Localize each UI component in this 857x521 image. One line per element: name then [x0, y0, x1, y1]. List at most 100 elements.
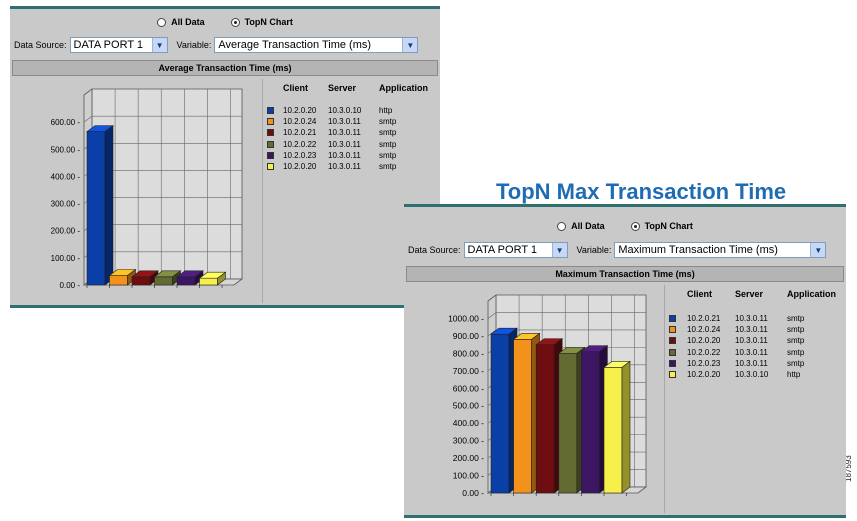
y-tick-label: 300.00 - — [453, 436, 484, 446]
bar-front — [131, 276, 151, 286]
data-source-label: Data Source: — [408, 245, 461, 255]
chart-title: Average Transaction Time (ms) — [12, 60, 438, 76]
legend-row: 10.2.0.21 10.3.0.11 smtp — [267, 127, 396, 138]
variable-value: Average Transaction Time (ms) — [218, 39, 372, 51]
chevron-down-icon[interactable]: ▼ — [402, 38, 418, 52]
average-time-bar-chart: 0.00 - 100.00 - 200.00 - 300.00 - 400.00 - 50… — [12, 79, 260, 303]
legend-server: 10.3.0.10 — [328, 106, 362, 115]
legend-header-application: Application — [379, 83, 428, 93]
legend-application: http — [379, 106, 393, 115]
y-tick-label: 300.00 - — [51, 200, 81, 209]
legend-server: 10.3.0.11 — [328, 150, 361, 160]
legend-swatch — [669, 315, 676, 322]
legend-application: smtp — [787, 347, 805, 357]
chevron-down-icon[interactable]: ▼ — [551, 243, 567, 257]
y-tick-label: 400.00 - — [453, 418, 484, 428]
bar-front — [558, 353, 578, 494]
chart-legend: Client Server Application 10.2.0.21 10.3.… — [664, 285, 843, 513]
legend-header-server: Server — [328, 83, 357, 93]
legend-swatch — [267, 140, 274, 148]
legend-row: 10.2.0.23 10.3.0.11 smtp — [267, 150, 396, 161]
radio-topn-chart-label: TopN Chart — [644, 221, 693, 231]
legend-server: 10.3.0.11 — [735, 358, 768, 368]
variable-select[interactable]: Average Transaction Time (ms) ▼ — [214, 37, 419, 53]
bar-front — [603, 367, 623, 494]
variable-value: Maximum Transaction Time (ms) — [618, 244, 778, 256]
legend-client: 10.2.0.24 — [687, 325, 721, 335]
legend-client: 10.2.0.20 — [687, 370, 721, 379]
view-mode-radio-group: All Data TopN Chart — [404, 216, 846, 236]
radio-topn-chart-circle[interactable] — [630, 221, 640, 231]
radio-all-data[interactable]: All Data — [557, 221, 605, 231]
y-tick-label: 0.00 - — [60, 281, 81, 290]
chart-bar — [86, 125, 114, 286]
legend-server: 10.3.0.11 — [328, 139, 361, 149]
data-source-value: DATA PORT 1 — [467, 244, 538, 256]
legend-row: 10.2.0.20 10.3.0.11 smtp — [669, 335, 804, 346]
radio-topn-chart[interactable]: TopN Chart — [630, 221, 693, 231]
chart-bar — [512, 332, 541, 494]
maximum-time-bar-chart: 0.00 - 100.00 - 200.00 - 300.00 - 400.00 - 50… — [406, 285, 662, 513]
legend-row: 10.2.0.20 10.3.0.10 http — [267, 105, 392, 116]
chart-bar — [580, 345, 609, 494]
legend-server: 10.3.0.11 — [735, 325, 768, 335]
legend-client: 10.2.0.23 — [283, 150, 317, 160]
legend-row: 10.2.0.23 10.3.0.11 smtp — [669, 358, 804, 369]
y-tick-label: 600.00 - — [51, 118, 81, 127]
legend-client: 10.2.0.20 — [687, 336, 721, 346]
legend-swatch — [267, 151, 274, 159]
radio-all-data[interactable]: All Data — [157, 17, 205, 27]
legend-application: smtp — [787, 314, 805, 323]
average-transaction-panel: All Data TopN Chart Data Source: DATA PO… — [10, 6, 440, 308]
legend-client: 10.2.0.21 — [687, 314, 721, 323]
data-source-select[interactable]: DATA PORT 1 ▼ — [69, 37, 168, 53]
radio-all-data-circle[interactable] — [557, 221, 567, 231]
legend-swatch — [669, 337, 676, 345]
y-tick-label: 200.00 - — [453, 453, 484, 463]
legend-application: smtp — [379, 150, 397, 160]
bar-front — [176, 276, 196, 286]
legend-swatch — [267, 118, 274, 126]
data-source-select[interactable]: DATA PORT 1 ▼ — [463, 242, 568, 258]
legend-swatch — [669, 359, 676, 367]
legend-server: 10.3.0.11 — [735, 336, 768, 346]
legend-swatch — [669, 371, 676, 378]
y-tick-label: 400.00 - — [51, 172, 81, 181]
radio-topn-chart-circle[interactable] — [230, 17, 240, 27]
legend-server: 10.3.0.11 — [328, 117, 361, 127]
legend-header-server: Server — [735, 289, 764, 299]
legend-server: 10.3.0.11 — [328, 162, 361, 171]
legend-header-application: Application — [787, 289, 836, 299]
variable-select[interactable]: Maximum Transaction Time (ms) ▼ — [614, 242, 827, 258]
legend-server: 10.3.0.10 — [735, 370, 769, 379]
chart-bar — [557, 346, 586, 494]
chart-bar — [603, 360, 631, 494]
y-tick-label: 200.00 - — [51, 227, 81, 236]
legend-server: 10.3.0.11 — [735, 347, 768, 357]
radio-all-data-circle[interactable] — [157, 17, 167, 27]
legend-header-client: Client — [687, 289, 713, 299]
bar-front — [513, 339, 532, 494]
y-tick-label: 100.00 - — [453, 471, 484, 481]
radio-all-data-label: All Data — [571, 221, 605, 231]
legend-row: 10.2.0.21 10.3.0.11 smtp — [669, 313, 804, 324]
legend-swatch — [267, 163, 274, 170]
legend-client: 10.2.0.21 — [283, 128, 317, 138]
legend-row: 10.2.0.22 10.3.0.11 smtp — [669, 347, 804, 358]
legend-client: 10.2.0.20 — [283, 106, 317, 115]
legend-row: 10.2.0.20 10.3.0.11 smtp — [267, 161, 396, 172]
chevron-down-icon[interactable]: ▼ — [151, 38, 167, 52]
legend-application: smtp — [787, 336, 805, 346]
chart-back-wall — [91, 88, 243, 280]
legend-row: 10.2.0.24 10.3.0.11 smtp — [669, 324, 804, 335]
legend-client: 10.2.0.24 — [283, 117, 317, 127]
y-tick-label: 1000.00 - — [448, 313, 484, 323]
radio-topn-chart[interactable]: TopN Chart — [230, 17, 293, 27]
chart-bar — [490, 327, 518, 494]
legend-client: 10.2.0.23 — [687, 358, 721, 368]
chevron-down-icon[interactable]: ▼ — [810, 243, 826, 257]
legend-application: smtp — [787, 325, 805, 335]
chart-bar — [535, 338, 564, 494]
legend-swatch — [267, 107, 274, 114]
controls-row: Data Source: DATA PORT 1 ▼ Variable: Ave… — [14, 36, 436, 54]
